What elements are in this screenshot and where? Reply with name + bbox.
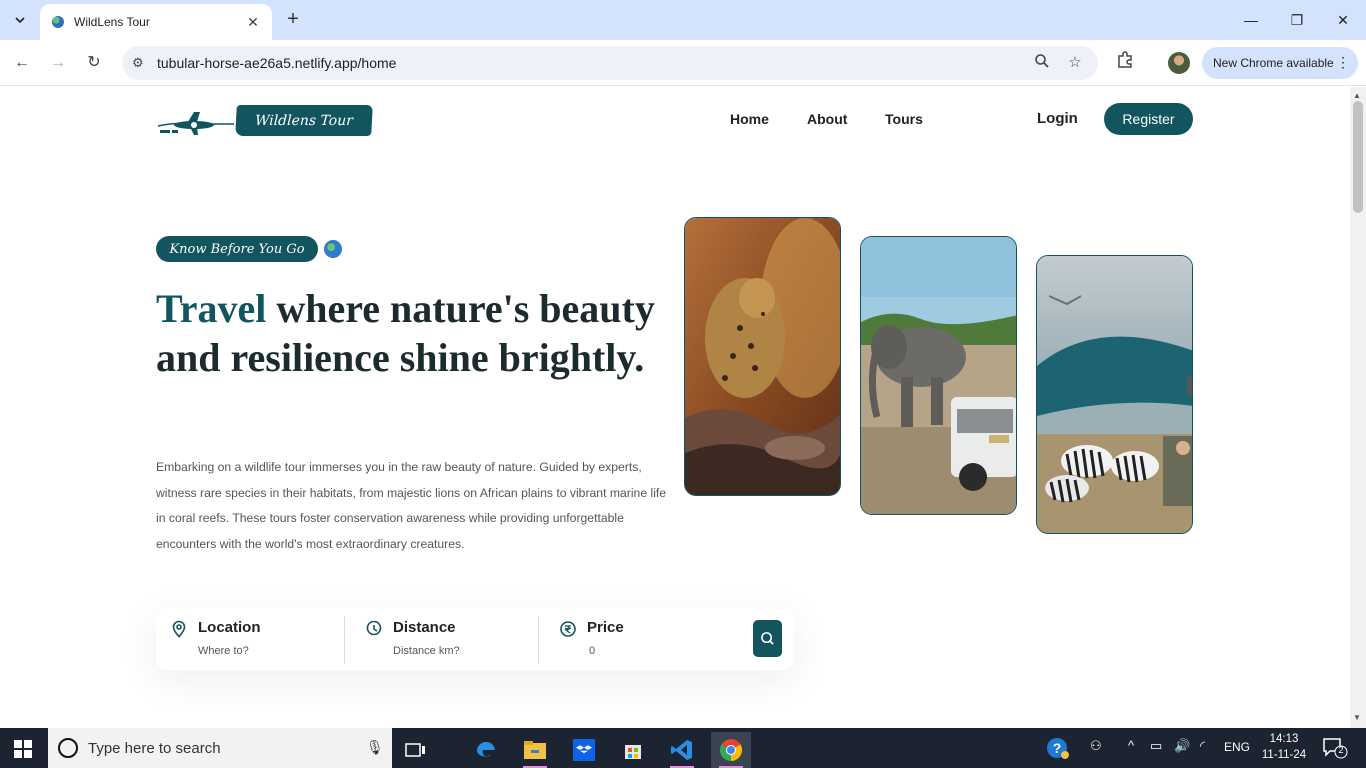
new-tab-plus-icon[interactable]: + [282, 9, 304, 31]
profile-avatar[interactable] [1168, 52, 1190, 74]
price-label: Price [587, 619, 624, 636]
logo-wordmark: Wildlens Tour [235, 105, 373, 136]
address-bar[interactable]: ⚙ tubular-horse-ae26a5.netlify.app/home … [122, 46, 1098, 80]
edge-browser-icon[interactable] [466, 732, 506, 768]
chrome-icon[interactable] [711, 732, 751, 768]
notification-center-icon[interactable]: 2 [1322, 737, 1348, 759]
extensions-puzzle-icon[interactable] [1114, 51, 1136, 73]
globe-emoji-icon [324, 240, 342, 258]
know-before-you-go-badge: Know Before You Go [156, 236, 318, 262]
tab-search-chevron-icon[interactable] [8, 8, 32, 32]
reload-icon[interactable]: ↻ [82, 51, 106, 75]
dropbox-icon[interactable] [564, 732, 604, 768]
hero-description: Embarking on a wildlife tour immerses yo… [156, 460, 667, 551]
chrome-update-button[interactable]: New Chrome available ⋮ [1202, 47, 1358, 79]
elephant-photo [860, 236, 1017, 515]
bookmark-star-icon[interactable]: ☆ [1065, 53, 1085, 73]
location-label: Location [198, 619, 261, 636]
browser-toolbar: ← → ↻ ⚙ tubular-horse-ae26a5.netlify.app… [0, 40, 1366, 86]
login-button[interactable]: Login [1037, 110, 1078, 127]
back-arrow-icon[interactable]: ← [10, 51, 34, 75]
hero-title: Travel where nature's beauty and resilie… [156, 284, 656, 382]
zoom-icon[interactable] [1032, 53, 1052, 73]
svg-text:?: ? [1053, 740, 1062, 756]
taskbar-search-box[interactable]: Type here to search 🎙 [48, 728, 392, 768]
browser-tab[interactable]: WildLens Tour ✕ [40, 4, 272, 40]
menu-kebab-icon[interactable]: ⋮ [1336, 54, 1350, 71]
windows-taskbar: Type here to search 🎙 ? ⚇ ^ ▭ 🔊 ◜ ENG 14… [0, 728, 1366, 768]
distance-label: Distance [393, 619, 456, 636]
wifi-icon[interactable]: ◜ [1200, 738, 1205, 754]
cortana-circle-icon [58, 738, 78, 758]
site-logo[interactable]: Wildlens Tour [156, 104, 373, 138]
restore-icon[interactable]: ❐ [1285, 8, 1309, 32]
rupee-icon [560, 621, 576, 637]
windows-start-icon[interactable] [14, 740, 32, 758]
location-input[interactable]: Where to? [198, 645, 249, 657]
airplane-logo-icon [157, 112, 234, 135]
location-field[interactable]: Location Where to? [170, 616, 340, 662]
scroll-up-arrow-icon[interactable]: ▲ [1353, 91, 1361, 100]
url-text[interactable]: tubular-horse-ae26a5.netlify.app/home [157, 55, 396, 71]
browser-titlebar: WildLens Tour ✕ + — ❐ ✕ [0, 0, 1366, 40]
update-label: New Chrome available [1213, 56, 1334, 70]
nav-tours[interactable]: Tours [885, 111, 923, 127]
clock-pin-icon [366, 620, 382, 636]
volume-icon[interactable]: 🔊 [1174, 738, 1190, 754]
site-settings-icon[interactable]: ⚙ [132, 55, 144, 71]
divider [538, 616, 539, 664]
price-input[interactable]: 0 [589, 645, 595, 657]
search-icon [761, 632, 774, 645]
help-icon[interactable]: ? [1046, 736, 1070, 763]
minimize-icon[interactable]: — [1239, 8, 1263, 32]
file-explorer-icon[interactable] [515, 732, 555, 768]
register-button[interactable]: Register [1104, 103, 1193, 135]
zebras-photo [1036, 255, 1193, 534]
distance-input[interactable]: Distance km? [393, 645, 460, 657]
language-indicator[interactable]: ENG [1224, 740, 1250, 754]
taskbar-search-placeholder: Type here to search [88, 740, 221, 757]
hero-title-accent: Travel [156, 286, 267, 331]
leopard-photo [684, 217, 841, 496]
nav-home[interactable]: Home [730, 111, 769, 127]
globe-favicon-icon [52, 16, 64, 28]
scroll-down-arrow-icon[interactable]: ▼ [1353, 713, 1361, 722]
location-pin-icon [172, 620, 186, 638]
people-icon[interactable]: ⚇ [1090, 738, 1102, 754]
price-field[interactable]: Price 0 [559, 616, 729, 662]
nav-about[interactable]: About [807, 111, 847, 127]
battery-icon[interactable]: ▭ [1150, 738, 1162, 754]
show-hidden-icons-chevron-icon[interactable]: ^ [1128, 738, 1134, 753]
notification-count: 2 [1338, 745, 1344, 755]
divider [344, 616, 345, 664]
task-view-icon[interactable] [396, 732, 436, 768]
vscode-icon[interactable] [662, 732, 702, 768]
distance-field[interactable]: Distance Distance km? [365, 616, 535, 662]
clock-date: 11-11-24 [1261, 749, 1307, 761]
tour-search-bar: Location Where to? Distance Distance km?… [156, 608, 794, 670]
scrollbar-thumb[interactable] [1353, 101, 1363, 213]
page-viewport: Wildlens Tour Home About Tours Login Reg… [0, 87, 1350, 728]
page-scrollbar[interactable]: ▲ ▼ [1350, 87, 1366, 728]
close-tab-icon[interactable]: ✕ [244, 14, 262, 31]
window-close-icon[interactable]: ✕ [1331, 8, 1355, 32]
forward-arrow-icon[interactable]: → [46, 51, 70, 75]
system-clock[interactable]: 14:13 11-11-24 [1258, 731, 1310, 763]
microsoft-store-icon[interactable] [613, 732, 653, 768]
clock-time: 14:13 [1269, 733, 1299, 745]
search-submit-button[interactable] [753, 620, 782, 657]
tab-title: WildLens Tour [74, 15, 150, 29]
microphone-icon[interactable]: 🎙 [366, 739, 384, 756]
